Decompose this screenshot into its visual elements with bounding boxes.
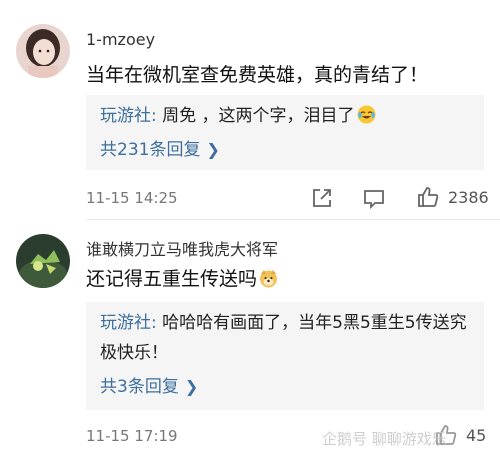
avatar[interactable] (16, 234, 70, 288)
comment-text-row: 还记得五重生传送吗 (86, 264, 278, 291)
view-replies-label: 共3条回复 (100, 377, 179, 397)
comment-text: 当年在微机室查免费英雄，真的青结了！ (86, 64, 429, 86)
like-count: 45 (466, 426, 487, 445)
comment-item: 1-mzoey 当年在微机室查免费英雄，真的青结了！ 玩游社: 周免 ，这两个字… (0, 0, 500, 220)
reply-text: 周免 ，这两个字，泪目了 (156, 106, 355, 126)
crying-laughing-emoji-icon (357, 104, 376, 124)
reply-content: 玩游社: 哈哈哈有画面了，当年5黑5重生5传送究极快乐！ (100, 308, 474, 368)
like-count: 2386 (448, 188, 489, 207)
reply-author[interactable]: 玩游社: (100, 313, 157, 333)
doge-emoji-icon (259, 269, 278, 288)
view-replies-link[interactable]: 共3条回复 ❯ (100, 372, 198, 397)
reply-box[interactable]: 玩游社: 哈哈哈有画面了，当年5黑5重生5传送究极快乐！ 共3条回复 ❯ (86, 302, 484, 410)
view-replies-label: 共231条回复 (100, 140, 201, 160)
view-replies-link[interactable]: 共231条回复 ❯ (100, 135, 220, 160)
username[interactable]: 1-mzoey (86, 30, 155, 49)
reply-content: 玩游社: 周免 ，这两个字，泪目了 (100, 101, 474, 131)
thumbs-up-icon[interactable] (416, 185, 440, 209)
chevron-right-icon: ❯ (206, 140, 220, 159)
comment-icon[interactable] (362, 186, 386, 210)
avatar[interactable] (16, 24, 70, 78)
comment-time: 11-15 14:25 (86, 189, 178, 207)
reply-author[interactable]: 玩游社: (100, 106, 157, 126)
chevron-right-icon: ❯ (184, 377, 199, 396)
watermark: 企鹅号 聊聊游戏乐 (322, 430, 447, 448)
username[interactable]: 谁敢横刀立马唯我虎大将军 (86, 236, 278, 260)
comment-item: 谁敢横刀立马唯我虎大将军 还记得五重生传送吗 玩游社: 哈哈哈有画面了，当年5黑… (0, 220, 500, 458)
share-icon[interactable] (310, 186, 334, 210)
reply-box[interactable]: 玩游社: 周免 ，这两个字，泪目了 共231条回复 ❯ (86, 95, 484, 170)
comment-time: 11-15 17:19 (86, 427, 178, 445)
comment-text: 还记得五重生传送吗 (86, 268, 258, 290)
